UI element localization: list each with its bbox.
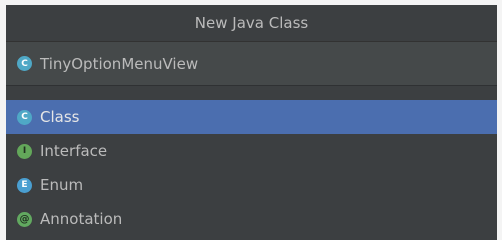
enum-icon: E [17,177,32,193]
annotation-icon: @ [17,211,32,227]
interface-icon: I [17,143,32,159]
kind-label: Enum [40,176,84,194]
class-icon: C [17,109,32,125]
kind-item-annotation[interactable]: @ Annotation [6,202,497,236]
kind-label: Interface [40,142,108,160]
kind-item-interface[interactable]: I Interface [6,134,497,168]
dialog-titlebar: New Java Class [6,5,497,42]
class-name-input[interactable]: TinyOptionMenuView [40,55,198,73]
kind-item-enum[interactable]: E Enum [6,168,497,202]
dialog-title: New Java Class [194,14,309,32]
kind-list: C Class I Interface E Enum @ Annotation [6,100,497,236]
class-icon: C [17,56,32,71]
new-java-class-dialog: New Java Class C TinyOptionMenuView C Cl… [6,5,497,240]
kind-label: Annotation [40,210,123,228]
kind-label: Class [40,108,80,126]
kind-item-class[interactable]: C Class [6,100,497,134]
separator [6,86,497,100]
class-name-field[interactable]: C TinyOptionMenuView [6,42,497,86]
